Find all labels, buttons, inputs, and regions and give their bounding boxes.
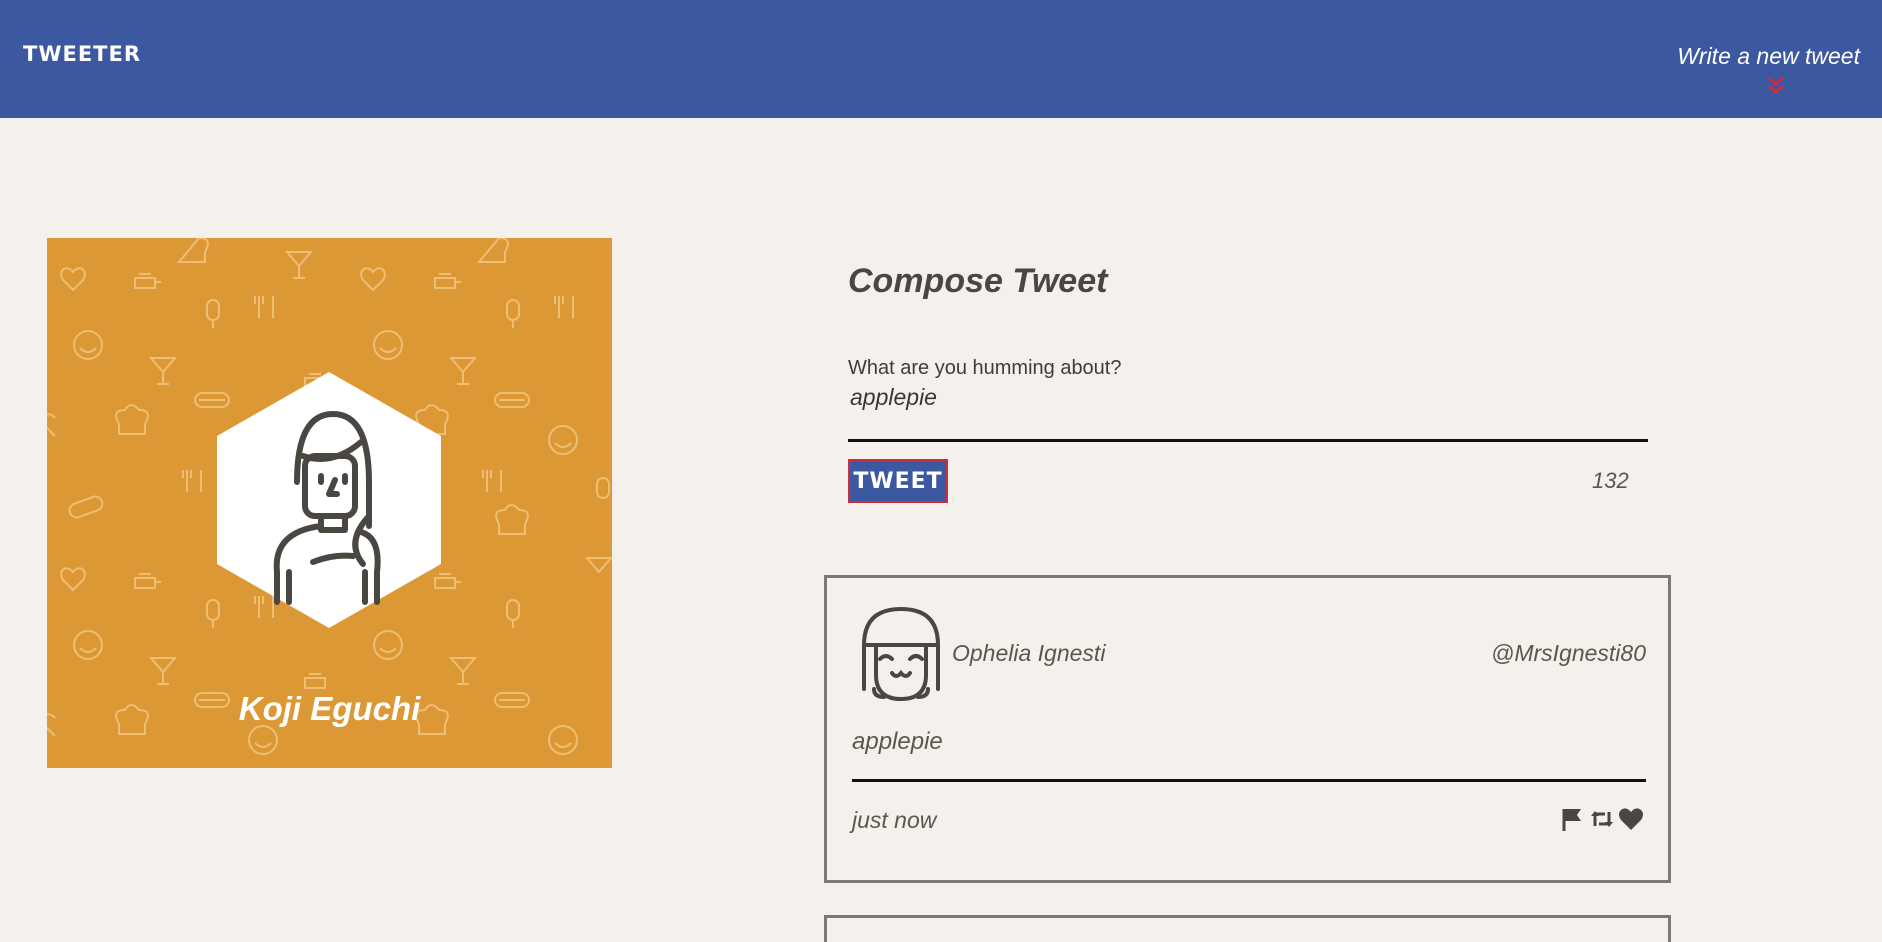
- profile-card: Koji Eguchi: [47, 238, 612, 768]
- tweet-divider: [852, 779, 1646, 782]
- compose-title: Compose Tweet: [848, 262, 1108, 300]
- profile-name: Koji Eguchi: [238, 690, 421, 727]
- double-chevron-down-icon[interactable]: [1765, 75, 1787, 97]
- tweet-card: Ophelia Ignesti @MrsIgnesti80 applepie j…: [824, 575, 1671, 883]
- tweet-author-handle: @MrsIgnesti80: [1490, 640, 1646, 666]
- heart-icon[interactable]: [1618, 806, 1644, 832]
- flag-icon[interactable]: [1560, 806, 1586, 832]
- tweet-button[interactable]: TWEET: [848, 459, 948, 503]
- character-counter: 132: [1592, 468, 1629, 493]
- tweet-avatar: [862, 606, 940, 702]
- retweet-icon[interactable]: [1589, 806, 1615, 832]
- top-nav: TWEETER Write a new tweet: [0, 0, 1882, 118]
- write-new-tweet-link[interactable]: Write a new tweet: [1677, 43, 1860, 70]
- tweet-author-name: Ophelia Ignesti: [952, 640, 1106, 666]
- tweet-actions: [1560, 806, 1644, 832]
- tweet-body: applepie: [852, 728, 943, 755]
- tweet-textarea[interactable]: applepie: [848, 382, 1648, 442]
- tweet-card: [824, 915, 1671, 942]
- compose-label: What are you humming about?: [848, 357, 1122, 379]
- avatar: [217, 372, 441, 628]
- tweet-timestamp: just now: [852, 807, 937, 833]
- brand-logo[interactable]: TWEETER: [23, 42, 141, 66]
